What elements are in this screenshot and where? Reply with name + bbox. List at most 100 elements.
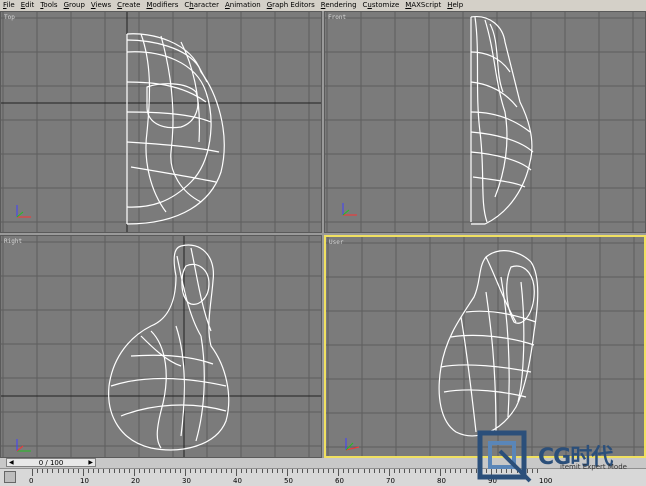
track-bar-tick — [373, 469, 375, 473]
axis-tripod — [16, 439, 31, 452]
track-bar-tick — [179, 469, 181, 473]
viewport-top[interactable]: Top — [0, 11, 322, 233]
track-bar-tick-label: 50 — [284, 477, 293, 485]
track-bar-tick — [159, 469, 161, 473]
axis-tripod — [345, 438, 360, 451]
track-bar-tick — [322, 469, 324, 473]
viewport-right[interactable]: Right — [0, 235, 322, 458]
track-bar-tick — [292, 469, 294, 473]
viewport-label-right[interactable]: Right — [4, 238, 22, 245]
menu-item-graph-editors[interactable]: Graph Editors — [264, 0, 318, 11]
track-bar-tick — [383, 469, 385, 473]
track-bar-tick — [445, 469, 447, 473]
track-bar-tick — [353, 469, 355, 473]
track-bar-tick-label: 20 — [131, 477, 140, 485]
watermark-tagline: itemit Expert Mode — [560, 463, 627, 471]
track-bar-tick-label: 30 — [182, 477, 191, 485]
track-bar-tick — [118, 469, 120, 473]
track-bar-tick — [220, 469, 222, 473]
track-bar-tick — [271, 469, 273, 473]
viewport-area: Top Front Right User — [0, 11, 646, 458]
track-bar-tick — [93, 469, 95, 473]
menu-item-help[interactable]: Help — [444, 0, 466, 11]
track-bar-tick — [113, 469, 115, 473]
track-bar-tick — [312, 469, 314, 473]
track-bar-tick — [419, 469, 421, 473]
menu-item-edit[interactable]: Edit — [18, 0, 38, 11]
menu-item-rendering[interactable]: Rendering — [318, 0, 360, 11]
track-bar-tick — [276, 469, 278, 473]
track-bar-tick — [414, 469, 416, 473]
menu-bar: File Edit Tools Group Views Create Modifiers Ch… — [0, 0, 646, 11]
slider-left-arrow-icon[interactable]: ◀ — [9, 459, 14, 467]
menu-item-create[interactable]: Create — [114, 0, 143, 11]
time-slider[interactable]: ◀ 0 / 100 ▶ — [6, 458, 96, 467]
axis-tripod — [342, 203, 357, 216]
menu-item-views[interactable]: Views — [88, 0, 114, 11]
track-bar-tick — [215, 469, 217, 473]
track-bar-tick — [266, 469, 268, 473]
viewport-label-user[interactable]: User — [329, 239, 343, 246]
track-bar-tick — [205, 469, 207, 473]
viewport-front[interactable]: Front — [324, 11, 646, 233]
track-bar-tick — [261, 469, 263, 473]
menu-item-animation[interactable]: Animation — [222, 0, 264, 11]
menu-item-group[interactable]: Group — [61, 0, 88, 11]
track-bar-tick — [287, 469, 288, 476]
track-bar-tick — [394, 469, 396, 473]
track-bar-tick — [174, 469, 176, 473]
track-bar-tick — [256, 469, 258, 473]
track-bar-tick — [399, 469, 401, 473]
menu-item-file[interactable]: File — [0, 0, 18, 11]
track-bar-tick — [225, 469, 227, 473]
track-bar-tick — [317, 469, 319, 473]
track-bar-tick — [343, 469, 345, 473]
track-bar-tick — [62, 469, 64, 473]
track-bar-tick-label: 40 — [233, 477, 242, 485]
front-view-canvas — [325, 12, 645, 232]
watermark: CG时代 itemit Expert Mode — [470, 425, 646, 485]
right-view-canvas — [1, 236, 321, 457]
track-bar-tick — [195, 469, 197, 473]
user-view-wireframe — [438, 250, 539, 437]
track-bar-tick — [236, 469, 237, 476]
track-bar-tick — [404, 469, 406, 473]
track-bar-tick — [307, 469, 309, 473]
track-bar-tick — [72, 469, 74, 473]
track-bar-tick — [281, 469, 283, 473]
track-bar-tick — [42, 469, 44, 473]
slider-right-arrow-icon[interactable]: ▶ — [88, 459, 93, 467]
track-bar-tick — [338, 469, 339, 476]
track-bar-tick — [389, 469, 390, 476]
track-bar-tick — [83, 469, 84, 476]
track-bar-tick — [327, 469, 329, 473]
menu-item-character[interactable]: Character — [181, 0, 222, 11]
track-bar-tick — [332, 469, 334, 473]
track-bar-tick-label: 10 — [80, 477, 89, 485]
track-bar-tick — [98, 469, 100, 473]
viewport-label-top[interactable]: Top — [4, 14, 15, 21]
watermark-logo-icon — [477, 430, 532, 483]
track-bar-tick — [378, 469, 380, 473]
axis-tripod — [16, 205, 31, 218]
top-view-wireframe — [126, 33, 225, 225]
menu-item-maxscript[interactable]: MAXScript — [402, 0, 444, 11]
menu-item-customize[interactable]: Customize — [360, 0, 403, 11]
viewport-label-front[interactable]: Front — [328, 14, 346, 21]
track-bar-tick — [108, 469, 110, 473]
menu-item-tools[interactable]: Tools — [37, 0, 60, 11]
track-bar-tick — [37, 469, 39, 473]
track-bar-tick — [169, 469, 171, 473]
menu-item-modifiers[interactable]: Modifiers — [143, 0, 181, 11]
track-bar-tick — [241, 469, 243, 473]
track-bar-tick-label: 70 — [386, 477, 395, 485]
track-bar-tick — [297, 469, 299, 473]
track-bar-tick — [409, 469, 411, 473]
track-bar-tick — [139, 469, 141, 473]
track-bar-tick — [154, 469, 156, 473]
time-slider-text: 0 / 100 — [38, 459, 64, 467]
track-bar-tick — [429, 469, 431, 473]
track-bar-tick — [210, 469, 212, 473]
track-bar-toggle-button[interactable] — [4, 471, 16, 483]
track-bar-tick-label: 80 — [437, 477, 446, 485]
